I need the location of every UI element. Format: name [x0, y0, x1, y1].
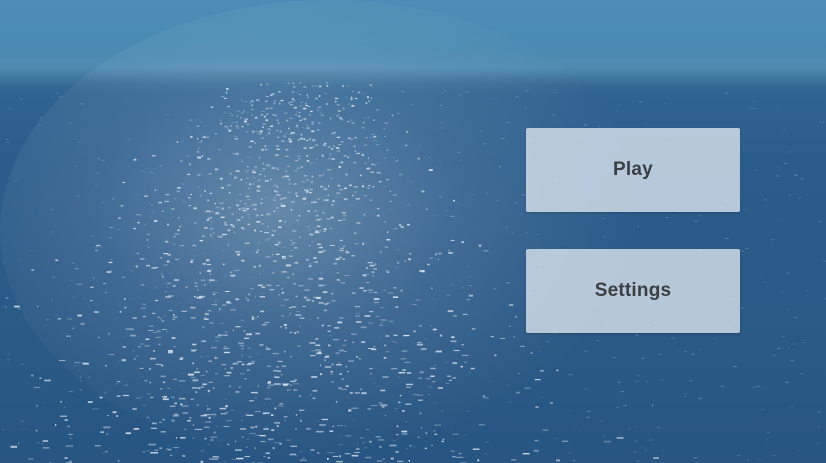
- ocean-background-image: [0, 0, 826, 463]
- settings-button-label: Settings: [594, 280, 672, 301]
- settings-button[interactable]: Settings: [526, 249, 740, 333]
- game-screen: Play Settings: [0, 0, 826, 463]
- play-button-label: Play: [613, 159, 653, 180]
- play-button[interactable]: Play: [526, 128, 740, 212]
